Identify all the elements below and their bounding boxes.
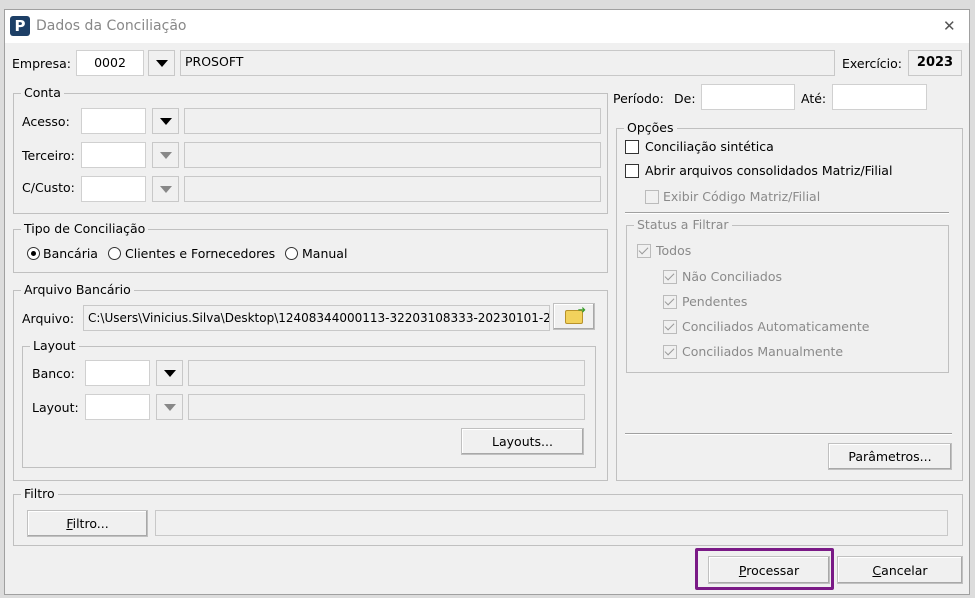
divider <box>625 433 952 435</box>
radio-bancaria[interactable] <box>27 247 40 260</box>
close-icon[interactable]: ✕ <box>943 17 956 35</box>
filtro-field <box>155 510 948 536</box>
terceiro-dropdown-button[interactable] <box>152 142 179 168</box>
conciliados-manual-checkbox[interactable] <box>663 345 677 359</box>
app-logo-icon: P <box>10 16 30 36</box>
radio-bancaria-label[interactable]: Bancária <box>43 246 98 261</box>
window-title: Dados da Conciliação <box>36 18 187 34</box>
chevron-down-icon <box>155 59 168 67</box>
status-group-title: Status a Filtrar <box>634 217 732 233</box>
acesso-input[interactable] <box>81 108 146 134</box>
radio-manual[interactable] <box>285 247 298 260</box>
folder-open-icon: ➜ <box>565 305 586 324</box>
periodo-de-label: De: <box>674 91 696 106</box>
filtro-button-label: Filtro... <box>66 516 109 531</box>
arquivo-label: Arquivo: <box>22 311 75 326</box>
conta-group-title: Conta <box>21 85 64 101</box>
filtro-group-title: Filtro <box>21 486 58 502</box>
sintetica-checkbox[interactable] <box>625 140 639 154</box>
processar-button-label: Processar <box>738 562 800 578</box>
empresa-code-input[interactable]: 0002 <box>76 50 144 76</box>
nao-conciliados-label[interactable]: Não Conciliados <box>682 269 782 284</box>
radio-clientes-label[interactable]: Clientes e Fornecedores <box>125 246 275 261</box>
layout-label: Layout: <box>32 400 79 415</box>
sintetica-label[interactable]: Conciliação sintética <box>645 139 774 154</box>
arquivo-path-field[interactable]: C:\Users\Vinicius.Silva\Desktop\12408344… <box>83 305 550 331</box>
abrir-consolidados-label[interactable]: Abrir arquivos consolidados Matriz/Filia… <box>645 163 892 178</box>
terceiro-input[interactable] <box>81 142 146 168</box>
exercicio-label: Exercício: <box>842 56 903 71</box>
cancelar-button[interactable]: Cancelar <box>837 556 963 584</box>
open-file-button[interactable]: ➜ <box>553 303 595 330</box>
chevron-down-icon <box>159 151 172 159</box>
exercicio-value: 2023 <box>908 50 962 76</box>
radio-clientes-fornecedores[interactable] <box>108 247 121 260</box>
radio-manual-label[interactable]: Manual <box>302 246 347 261</box>
acesso-dropdown-button[interactable] <box>152 108 179 134</box>
banco-input[interactable] <box>85 360 150 386</box>
filtro-button[interactable]: Filtro... <box>27 510 148 537</box>
chevron-down-icon <box>163 369 176 377</box>
exibir-codigo-label[interactable]: Exibir Código Matriz/Filial <box>663 189 820 204</box>
conciliados-manual-label[interactable]: Conciliados Manualmente <box>682 344 843 359</box>
layout-group-title: Layout <box>30 338 79 354</box>
banco-dropdown-button[interactable] <box>156 360 183 386</box>
banco-label: Banco: <box>32 366 75 381</box>
nao-conciliados-checkbox[interactable] <box>663 270 677 284</box>
acesso-desc-field <box>184 108 601 134</box>
layout-desc-field <box>188 394 585 420</box>
todos-label[interactable]: Todos <box>656 243 691 258</box>
chevron-down-icon <box>159 117 172 125</box>
opcoes-group-title: Opções <box>624 120 677 136</box>
periodo-de-input[interactable] <box>701 84 795 110</box>
periodo-label: Período: <box>613 91 664 106</box>
chevron-down-icon <box>159 185 172 193</box>
pendentes-label[interactable]: Pendentes <box>682 294 747 309</box>
title-bar: P Dados da Conciliação ✕ <box>5 10 969 43</box>
layout-dropdown-button[interactable] <box>156 394 183 420</box>
empresa-label: Empresa: <box>12 56 71 71</box>
layout-input[interactable] <box>85 394 150 420</box>
ccusto-desc-field <box>184 176 601 202</box>
conciliados-auto-checkbox[interactable] <box>663 320 677 334</box>
divider <box>625 212 949 214</box>
cancelar-button-label: Cancelar <box>872 562 928 578</box>
empresa-dropdown-button[interactable] <box>148 50 175 76</box>
exibir-codigo-checkbox[interactable] <box>645 190 659 204</box>
banco-desc-field <box>188 360 585 386</box>
empresa-name-field: PROSOFT <box>180 50 835 76</box>
pendentes-checkbox[interactable] <box>663 295 677 309</box>
layouts-button[interactable]: Layouts... <box>461 428 584 455</box>
ccusto-label: C/Custo: <box>22 180 75 195</box>
tipo-group-title: Tipo de Conciliação <box>21 221 149 237</box>
chevron-down-icon <box>163 403 176 411</box>
processar-button[interactable]: Processar <box>708 556 830 584</box>
ccusto-dropdown-button[interactable] <box>152 176 179 202</box>
acesso-label: Acesso: <box>22 114 70 129</box>
arquivo-group-title: Arquivo Bancário <box>21 282 134 298</box>
parametros-button[interactable]: Parâmetros... <box>828 443 952 470</box>
abrir-consolidados-checkbox[interactable] <box>625 164 639 178</box>
ccusto-input[interactable] <box>81 176 146 202</box>
periodo-ate-label: Até: <box>801 91 827 106</box>
conciliados-auto-label[interactable]: Conciliados Automaticamente <box>682 319 869 334</box>
terceiro-desc-field <box>184 142 601 168</box>
todos-checkbox[interactable] <box>637 244 651 258</box>
terceiro-label: Terceiro: <box>22 148 75 163</box>
periodo-ate-input[interactable] <box>832 84 927 110</box>
